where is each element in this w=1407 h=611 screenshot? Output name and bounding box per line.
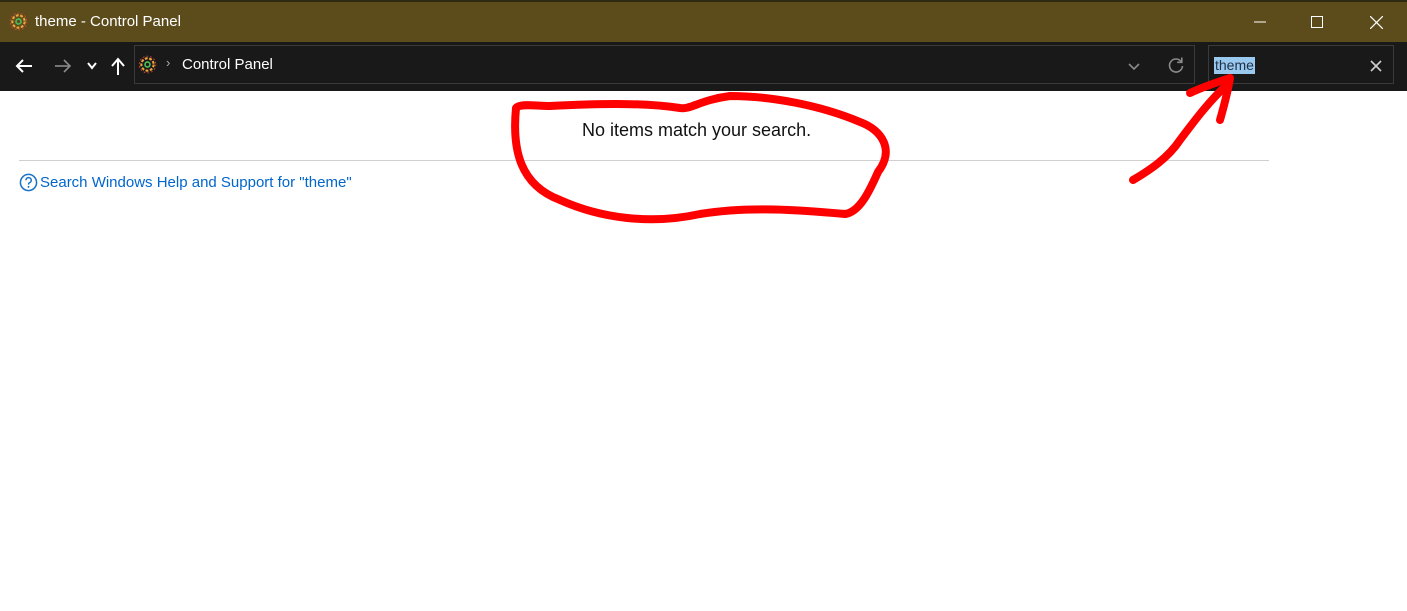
minimize-button[interactable] [1232, 4, 1288, 40]
control-panel-icon [9, 12, 28, 31]
control-panel-icon [138, 55, 157, 74]
navigation-bar: › Control Panel theme [0, 42, 1407, 91]
address-dropdown-button[interactable] [1124, 56, 1144, 76]
chevron-down-icon [87, 62, 97, 70]
forward-arrow-icon [55, 59, 72, 73]
search-box[interactable]: theme [1208, 45, 1394, 84]
recent-locations-button[interactable] [80, 53, 104, 79]
close-button[interactable] [1348, 4, 1404, 40]
forward-button[interactable] [50, 53, 76, 79]
annotation-overlay [511, 74, 1234, 224]
back-arrow-icon [15, 59, 32, 73]
refresh-icon[interactable] [1165, 54, 1187, 76]
annotation-circle [511, 92, 890, 224]
back-button[interactable] [11, 53, 37, 79]
close-icon [1369, 15, 1383, 29]
maximize-icon [1311, 16, 1323, 28]
search-help-link[interactable]: Search Windows Help and Support for "the… [40, 174, 352, 191]
search-input[interactable]: theme [1214, 57, 1255, 74]
window-title: theme - Control Panel [35, 13, 181, 30]
close-icon[interactable] [1367, 57, 1385, 75]
help-icon [19, 173, 38, 192]
no-results-message: No items match your search. [582, 120, 812, 140]
address-field[interactable]: › Control Panel [134, 45, 1195, 84]
maximize-button[interactable] [1289, 4, 1345, 40]
breadcrumb-control-panel[interactable]: Control Panel [182, 56, 273, 73]
breadcrumb-separator-icon[interactable]: › [166, 55, 170, 70]
up-arrow-icon [111, 57, 125, 75]
divider [19, 160, 1269, 161]
up-button[interactable] [105, 53, 131, 79]
title-bar[interactable]: theme - Control Panel [0, 0, 1407, 42]
annotation-arrow-shaft [1129, 80, 1232, 184]
minimize-icon [1254, 21, 1266, 23]
help-row[interactable]: Search Windows Help and Support for "the… [19, 173, 352, 192]
